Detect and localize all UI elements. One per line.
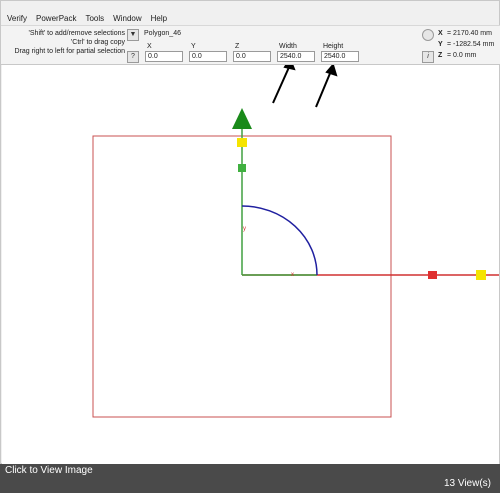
height-field[interactable] [321,51,359,62]
object-name: Polygon_46 [144,30,181,37]
status-bar: Click to View Image 13 View(s) [0,464,500,493]
arrow-head-width [283,65,296,71]
menu-powerpack[interactable]: PowerPack [36,14,76,23]
y-handle-green[interactable] [238,164,246,172]
width-label: Width [279,43,297,50]
dropdown-icon[interactable]: ▼ [127,29,139,41]
y-handle-yellow[interactable] [237,138,247,147]
y-field[interactable] [189,51,227,62]
menu-verify[interactable]: Verify [7,14,27,23]
help-icon[interactable]: ? [127,51,139,63]
hint-shift: 'Shift' to add/remove selections [28,30,125,37]
coord-x: X = 2170.40 mm [438,30,492,37]
coord-z: Z = 0.0 mm [438,52,477,59]
menu-bar: Verify PowerPack Tools Window Help [1,11,500,25]
height-label: Height [323,43,344,50]
arrow-to-height [315,70,332,108]
hint-drag: Drag right to left for partial selection [14,48,126,55]
x-axis-label: x [291,272,294,278]
menu-window[interactable]: Window [113,14,141,23]
view-circle-icon[interactable] [422,29,434,41]
x-field[interactable] [145,51,183,62]
y-label: Y [191,43,196,50]
z-label: Z [235,43,240,50]
x-label: X [147,43,152,50]
y-axis-label: y [243,226,246,232]
quarter-arc[interactable] [241,205,318,276]
info-icon[interactable]: i [422,51,434,63]
width-field[interactable] [277,51,315,62]
menu-tools[interactable]: Tools [85,14,104,23]
canvas-svg: x y [92,65,499,418]
annotation-arrows [272,65,338,108]
coord-y: Y = -1282.54 mm [438,41,495,48]
x-handle-yellow[interactable] [476,270,486,280]
properties-toolbar: 'Shift' to add/remove selections 'Ctrl' … [1,25,500,65]
app-window: Verify PowerPack Tools Window Help 'Shif… [0,0,500,464]
menu-help[interactable]: Help [151,14,167,23]
selection-hints: 'Shift' to add/remove selections 'Ctrl' … [7,29,126,56]
drawing-viewport[interactable]: x y [2,65,499,464]
cursor-coordinates: X = 2170.40 mm Y = -1282.54 mm Z = 0.0 mm [438,28,498,61]
arrow-head-height [325,65,338,77]
view-count: 13 View(s) [443,478,491,489]
x-handle-red[interactable] [428,271,437,279]
arrow-to-width [272,65,291,104]
click-to-view-link[interactable]: Click to View Image [5,465,93,476]
z-field[interactable] [233,51,271,62]
y-axis-arrowhead[interactable] [232,108,252,129]
hint-ctrl: 'Ctrl' to drag copy [70,39,125,46]
